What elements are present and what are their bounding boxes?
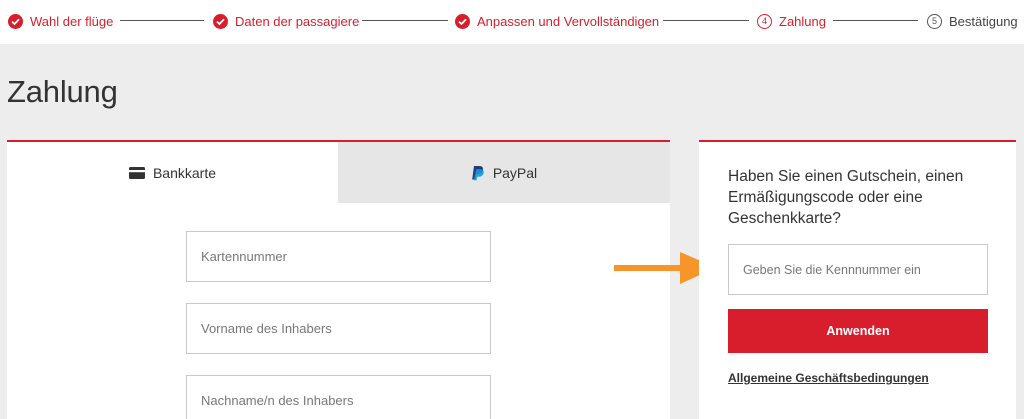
step-flight-selection[interactable]: Wahl der flüge <box>8 12 113 30</box>
step-label: Bestätigung <box>949 13 1018 29</box>
check-circle-icon <box>455 13 470 29</box>
tab-label: PayPal <box>492 164 538 181</box>
step-payment: 4 Zahlung <box>757 12 826 30</box>
voucher-card: Haben Sie einen Gutschein, einen Ermäßig… <box>699 140 1016 419</box>
tab-bank-card[interactable]: Bankkarte <box>7 142 338 203</box>
check-circle-icon <box>213 13 228 29</box>
holder-first-name-input[interactable] <box>187 304 490 353</box>
tab-label: Bankkarte <box>152 164 217 181</box>
step-label: Wahl der flüge <box>30 13 114 29</box>
step-confirmation: 5 Bestätigung <box>927 12 1018 30</box>
step-label: Zahlung <box>779 13 826 29</box>
holder-last-name-input[interactable] <box>187 376 490 419</box>
step-label: Daten der passagiere <box>235 13 360 29</box>
payment-method-card: Bankkarte PayPal <box>7 140 670 419</box>
step-customize[interactable]: Anpassen und Vervollständigen <box>455 12 659 30</box>
holder-first-name-field[interactable] <box>186 303 491 354</box>
step-connector <box>833 20 918 21</box>
step-label: Anpassen und Vervollständigen <box>477 13 660 29</box>
progress-stepper: Wahl der flüge Daten der passagiere Anpa… <box>0 0 1024 44</box>
card-icon <box>128 166 145 179</box>
holder-last-name-field[interactable] <box>186 375 491 419</box>
step-connector <box>362 20 448 21</box>
card-number-input[interactable] <box>187 232 490 281</box>
voucher-code-input[interactable] <box>729 245 987 294</box>
check-circle-icon <box>8 13 23 29</box>
step-number-icon: 5 <box>927 13 942 29</box>
voucher-code-field[interactable] <box>728 244 988 295</box>
step-passenger-data[interactable]: Daten der passagiere <box>213 12 359 30</box>
apply-button[interactable]: Anwenden <box>728 309 988 353</box>
step-connector <box>120 20 204 21</box>
paypal-icon <box>471 165 485 181</box>
page-title: Zahlung <box>7 74 118 109</box>
terms-link[interactable]: Allgemeine Geschäftsbedingungen <box>728 371 929 385</box>
card-number-field[interactable] <box>186 231 491 282</box>
voucher-question: Haben Sie einen Gutschein, einen Ermäßig… <box>728 168 964 227</box>
step-number-icon: 4 <box>757 13 772 29</box>
step-connector <box>663 20 749 21</box>
tab-paypal[interactable]: PayPal <box>338 142 670 203</box>
